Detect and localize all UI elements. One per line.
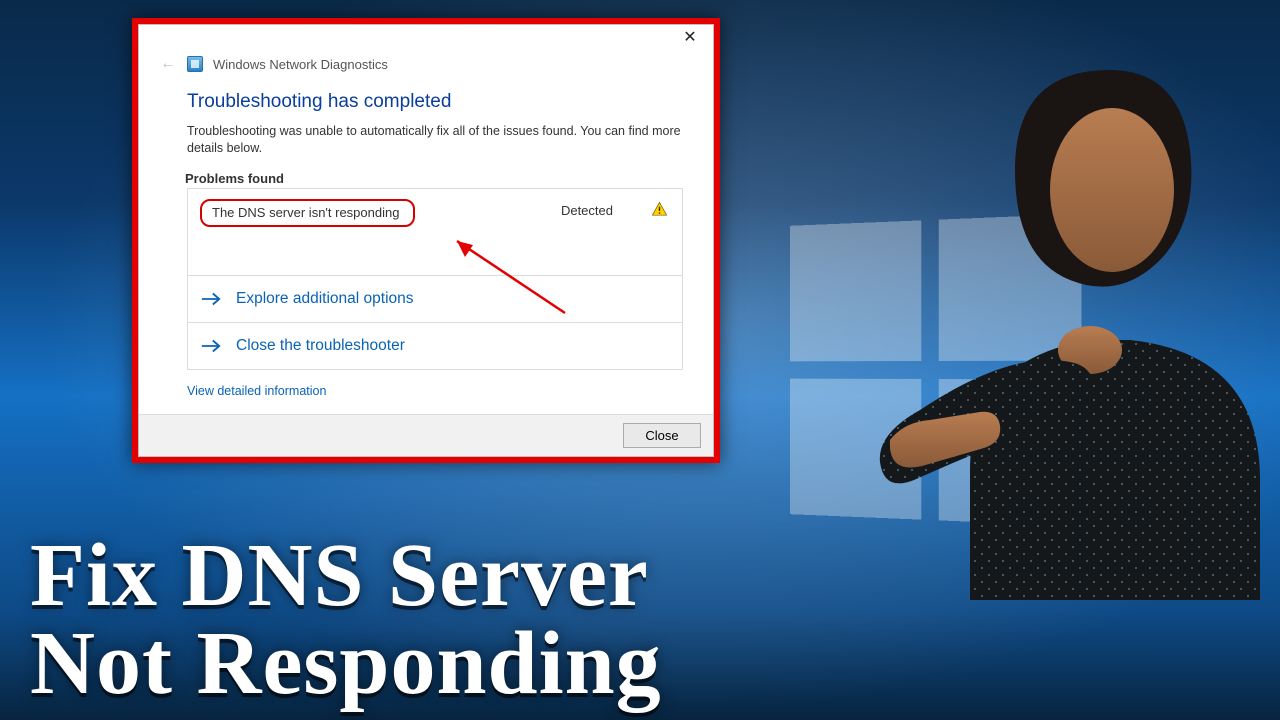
- explore-options-button[interactable]: Explore additional options: [187, 276, 683, 323]
- troubleshooter-dialog: ✕ ← Windows Network Diagnostics Troubles…: [138, 24, 714, 457]
- arrow-right-icon: [200, 337, 222, 355]
- view-detailed-info-link[interactable]: View detailed information: [187, 384, 326, 398]
- problem-status: Detected: [561, 199, 613, 218]
- problems-found-label: Problems found: [185, 171, 683, 186]
- diagnostics-icon: [187, 56, 203, 72]
- problem-item-highlight: The DNS server isn't responding: [200, 199, 415, 227]
- back-arrow-icon[interactable]: ←: [159, 55, 177, 73]
- close-troubleshooter-button[interactable]: Close the troubleshooter: [187, 323, 683, 370]
- problems-found-box: The DNS server isn't responding Detected: [187, 188, 683, 276]
- titlebar: ✕: [139, 25, 713, 55]
- windows-logo-icon: [790, 214, 1082, 527]
- dialog-body: Troubleshooting has completed Troublesho…: [139, 79, 713, 414]
- close-troubleshooter-label: Close the troubleshooter: [236, 337, 405, 355]
- explore-options-label: Explore additional options: [236, 290, 414, 308]
- highlight-frame: ✕ ← Windows Network Diagnostics Troubles…: [132, 18, 720, 463]
- thumbnail-caption: Fix DNS Server Not Responding: [30, 532, 662, 708]
- close-button[interactable]: Close: [623, 423, 701, 448]
- arrow-right-icon: [200, 290, 222, 308]
- dialog-heading: Troubleshooting has completed: [187, 91, 683, 113]
- dialog-footer: Close: [139, 414, 713, 456]
- dialog-header: ← Windows Network Diagnostics: [139, 55, 713, 79]
- thumbnail-stage: ✕ ← Windows Network Diagnostics Troubles…: [0, 0, 1280, 720]
- close-icon[interactable]: ✕: [669, 25, 711, 53]
- warning-icon: [651, 199, 668, 218]
- window-title: Windows Network Diagnostics: [213, 57, 388, 72]
- dialog-description: Troubleshooting was unable to automatica…: [187, 123, 683, 157]
